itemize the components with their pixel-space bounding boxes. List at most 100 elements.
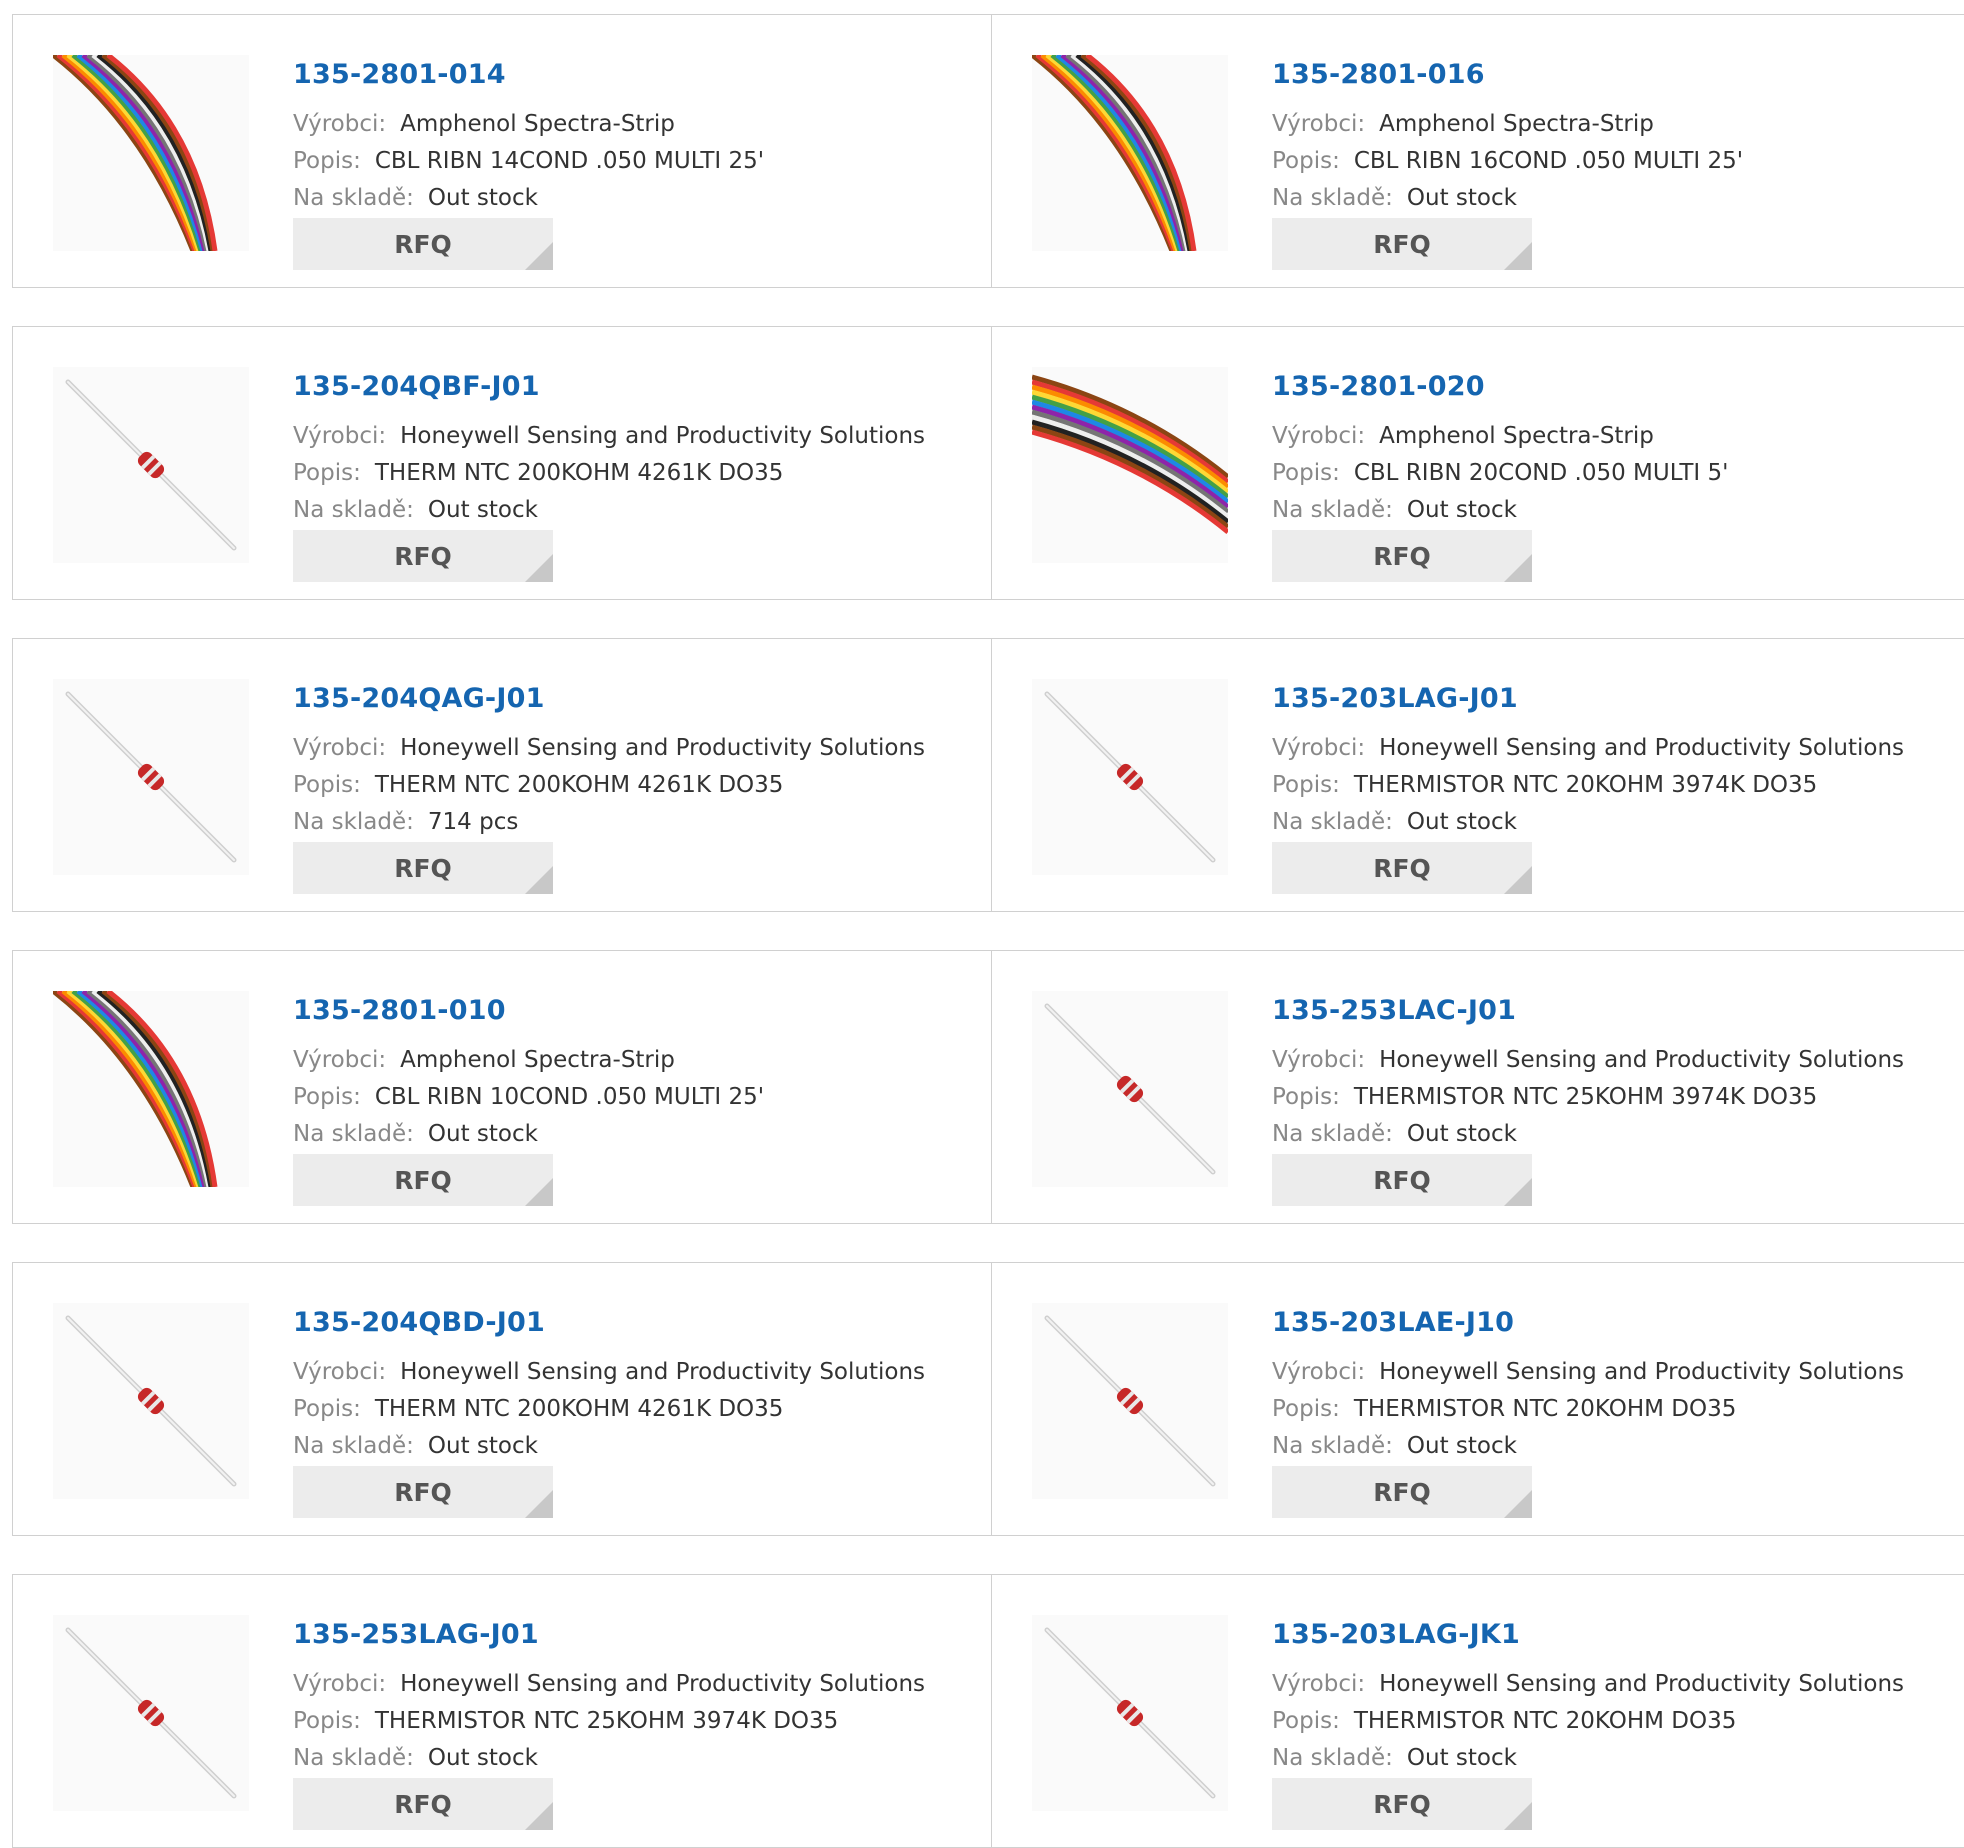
rfq-button[interactable]: RFQ [1272,1154,1532,1206]
rfq-button[interactable]: RFQ [1272,530,1532,582]
rfq-button[interactable]: RFQ [1272,218,1532,270]
description-label: Popis: [293,148,361,174]
part-number-link[interactable]: 135-2801-020 [1272,371,1485,402]
stock-line: Na skladě: Out stock [1272,809,1517,835]
manufacturer-value: Honeywell Sensing and Productivity Solut… [400,735,926,761]
part-number-link[interactable]: 135-203LAG-J01 [1272,683,1518,714]
thermistor-icon[interactable] [53,1303,249,1499]
description-label: Popis: [1272,1396,1340,1422]
description-value: THERM NTC 200KOHM 4261K DO35 [374,1396,784,1422]
corner-decoration [1504,1802,1532,1830]
stock-line: Na skladě: Out stock [1272,1745,1517,1771]
stock-value: Out stock [1406,1745,1517,1771]
thermistor-icon[interactable] [1032,1615,1228,1811]
rfq-label: RFQ [1373,1477,1431,1507]
stock-line: Na skladě: Out stock [1272,1433,1517,1459]
corner-decoration [1504,242,1532,270]
manufacturer-line: Výrobci: Amphenol Spectra-Strip [293,111,675,137]
stock-value: Out stock [1406,497,1517,523]
product-card: 135-204QBF-J01 Výrobci: Honeywell Sensing … [13,327,991,599]
stock-value: Out stock [427,1745,538,1771]
manufacturer-value: Honeywell Sensing and Productivity Solut… [1379,1359,1905,1385]
description-label: Popis: [293,1396,361,1422]
ribbon-cable-icon[interactable] [53,991,249,1187]
description-label: Popis: [293,1708,361,1734]
rfq-label: RFQ [394,853,452,883]
product-row: 135-204QBD-J01 Výrobci: Honeywell Sensing … [12,1262,1964,1536]
thermistor-icon[interactable] [1032,679,1228,875]
description-value: CBL RIBN 16COND .050 MULTI 25' [1353,148,1744,174]
description-value: THERMISTOR NTC 20KOHM DO35 [1353,1396,1737,1422]
description-value: THERMISTOR NTC 20KOHM 3974K DO35 [1353,772,1818,798]
manufacturer-label: Výrobci: [1272,1671,1366,1697]
thermistor-icon[interactable] [1032,1303,1228,1499]
part-number-link[interactable]: 135-2801-014 [293,59,506,90]
part-number-link[interactable]: 135-253LAG-J01 [293,1619,539,1650]
thermistor-icon[interactable] [1032,991,1228,1187]
ribbon-cable-icon[interactable] [53,55,249,251]
rfq-label: RFQ [394,229,452,259]
manufacturer-value: Amphenol Spectra-Strip [400,1047,675,1073]
part-number-link[interactable]: 135-2801-016 [1272,59,1485,90]
stock-line: Na skladě: Out stock [293,185,538,211]
description-value: CBL RIBN 14COND .050 MULTI 25' [374,148,765,174]
product-card: 135-2801-010 Výrobci: Amphenol Spectra-Str… [13,951,991,1223]
product-card: 135-2801-014 Výrobci: Amphenol Spectra-Str… [13,15,991,287]
stock-label: Na skladě: [293,809,414,835]
product-row: 135-2801-014 Výrobci: Amphenol Spectra-Str… [12,14,1964,288]
stock-line: Na skladě: Out stock [1272,1121,1517,1147]
manufacturer-label: Výrobci: [1272,1047,1366,1073]
stock-value: Out stock [1406,1433,1517,1459]
rfq-button[interactable]: RFQ [1272,1778,1532,1830]
part-number-link[interactable]: 135-203LAG-JK1 [1272,1619,1520,1650]
rfq-button[interactable]: RFQ [293,1466,553,1518]
part-number-link[interactable]: 135-204QBD-J01 [293,1307,545,1338]
rfq-label: RFQ [394,1789,452,1819]
thermistor-icon[interactable] [53,367,249,563]
description-value: THERM NTC 200KOHM 4261K DO35 [374,460,784,486]
thermistor-icon[interactable] [53,679,249,875]
description-line: Popis: THERM NTC 200KOHM 4261K DO35 [293,460,783,486]
rfq-button[interactable]: RFQ [293,1778,553,1830]
manufacturer-value: Honeywell Sensing and Productivity Solut… [1379,735,1905,761]
rfq-button[interactable]: RFQ [1272,842,1532,894]
description-line: Popis: CBL RIBN 10COND .050 MULTI 25' [293,1084,764,1110]
product-card: 135-253LAG-J01 Výrobci: Honeywell Sensing … [13,1575,991,1847]
corner-decoration [525,1802,553,1830]
rfq-button[interactable]: RFQ [293,530,553,582]
stock-label: Na skladě: [1272,185,1393,211]
rfq-label: RFQ [394,541,452,571]
stock-label: Na skladě: [1272,1745,1393,1771]
stock-value: Out stock [1406,185,1517,211]
ribbon-cable-icon[interactable] [1032,55,1228,251]
rfq-button[interactable]: RFQ [293,218,553,270]
stock-label: Na skladě: [293,1745,414,1771]
manufacturer-line: Výrobci: Amphenol Spectra-Strip [1272,111,1654,137]
thermistor-icon[interactable] [53,1615,249,1811]
manufacturer-label: Výrobci: [1272,423,1366,449]
stock-label: Na skladě: [1272,1121,1393,1147]
description-value: THERMISTOR NTC 20KOHM DO35 [1353,1708,1737,1734]
product-row: 135-204QAG-J01 Výrobci: Honeywell Sensing … [12,638,1964,912]
corner-decoration [1504,554,1532,582]
product-card: 135-253LAC-J01 Výrobci: Honeywell Sensing … [991,951,1964,1223]
corner-decoration [525,1490,553,1518]
description-label: Popis: [293,772,361,798]
manufacturer-label: Výrobci: [293,1047,387,1073]
stock-value: 714 pcs [427,809,519,835]
description-line: Popis: THERMISTOR NTC 25KOHM 3974K DO35 [293,1708,838,1734]
rfq-button[interactable]: RFQ [293,842,553,894]
description-line: Popis: THERMISTOR NTC 20KOHM DO35 [1272,1396,1736,1422]
part-number-link[interactable]: 135-204QAG-J01 [293,683,545,714]
rfq-button[interactable]: RFQ [1272,1466,1532,1518]
part-number-link[interactable]: 135-253LAC-J01 [1272,995,1516,1026]
rfq-label: RFQ [394,1477,452,1507]
rfq-button[interactable]: RFQ [293,1154,553,1206]
part-number-link[interactable]: 135-203LAE-J10 [1272,1307,1514,1338]
description-value: THERM NTC 200KOHM 4261K DO35 [374,772,784,798]
corner-decoration [525,1178,553,1206]
part-number-link[interactable]: 135-204QBF-J01 [293,371,540,402]
ribbon-cable-icon[interactable] [1032,367,1228,563]
corner-decoration [525,554,553,582]
part-number-link[interactable]: 135-2801-010 [293,995,506,1026]
